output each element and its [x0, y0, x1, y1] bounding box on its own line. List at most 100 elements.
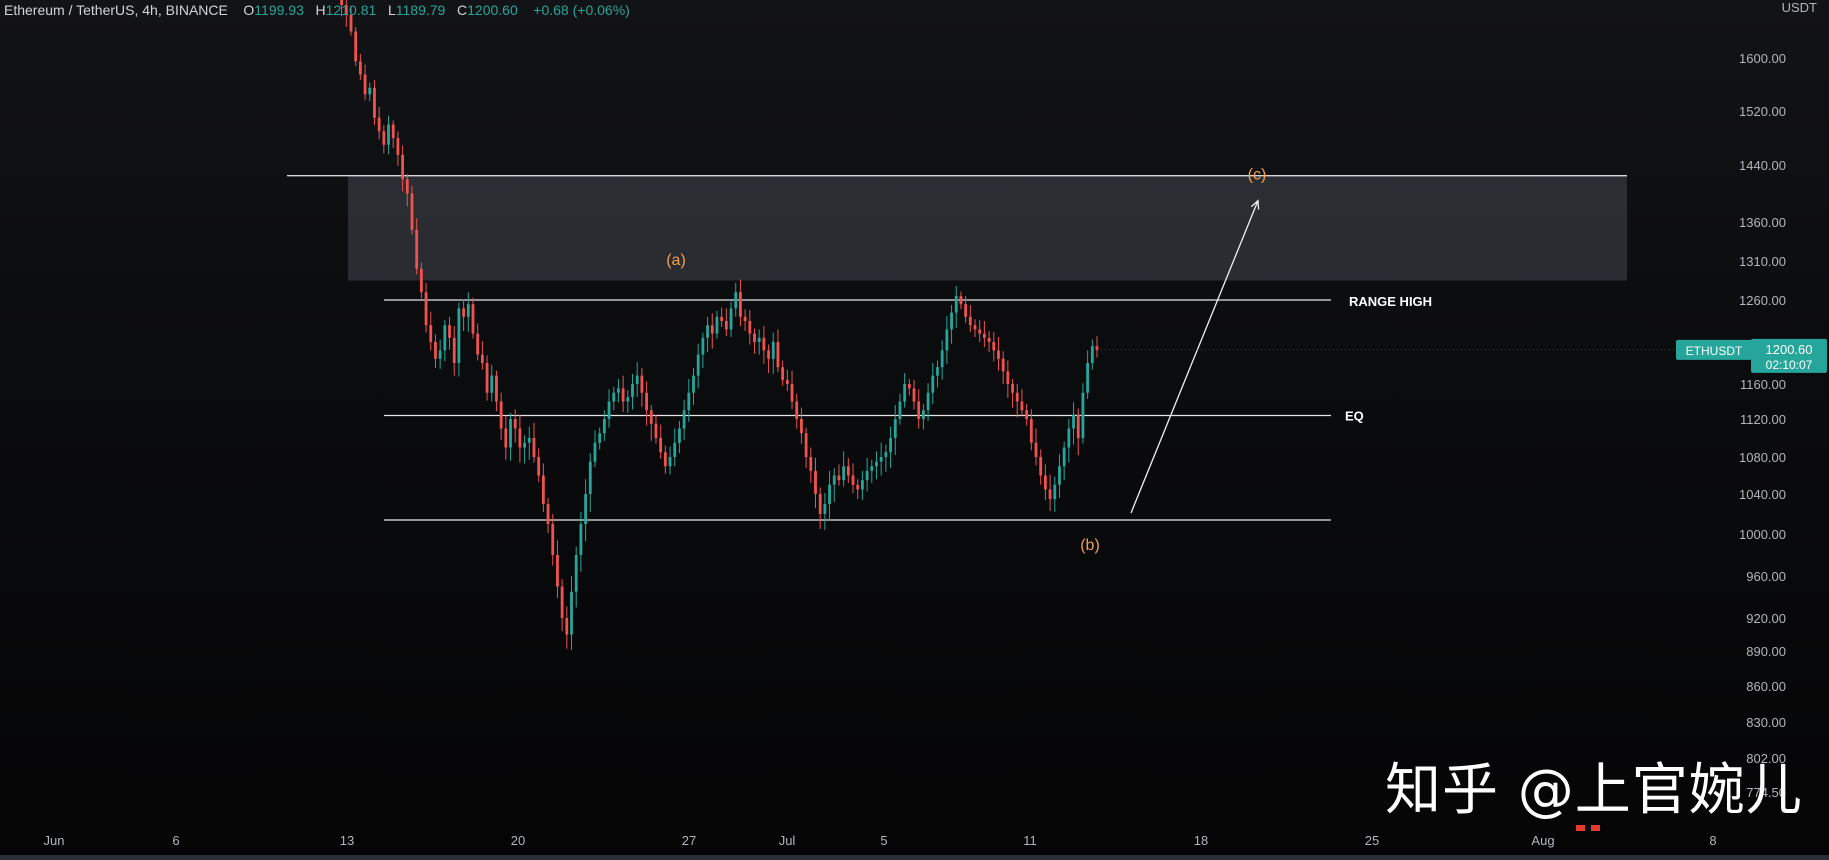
candle-body-172 — [1095, 346, 1099, 350]
candle-body-96 — [739, 292, 742, 317]
symbol-title: Ethereum / TetherUS, 4h, BINANCE — [4, 2, 228, 18]
candle-body-68 — [607, 401, 611, 419]
candle-body-69 — [612, 392, 616, 402]
candle-body-121 — [856, 484, 860, 490]
candle-body-20 — [382, 131, 386, 145]
y-tick-3: 1360.00 — [1739, 215, 1786, 230]
candle-body-93 — [724, 321, 728, 330]
y-tick-5: 1260.00 — [1739, 293, 1786, 308]
candle-body-76 — [645, 392, 648, 411]
candle-body-161 — [1043, 475, 1047, 490]
candle-body-170 — [1086, 363, 1090, 393]
close-value: 1200.60 — [467, 2, 518, 18]
low-value: 1189.79 — [395, 2, 446, 18]
candle-body-47 — [509, 419, 512, 448]
range-high-label: RANGE HIGH — [1349, 294, 1432, 309]
candle-body-130 — [898, 401, 902, 419]
price-chart[interactable]: RANGE HIGH EQ (a) (b) (c) 1600.00 1520.00 1440.… — [0, 0, 1829, 860]
candle-body-24 — [401, 154, 405, 180]
candle-body-126 — [879, 457, 883, 462]
candle-body-51 — [527, 438, 531, 443]
candle-body-129 — [893, 419, 897, 438]
candle-body-155 — [1015, 392, 1019, 402]
candle-body-110 — [804, 433, 808, 457]
candle-body-63 — [584, 494, 587, 524]
eq-label: EQ — [1345, 409, 1364, 424]
candle-body-35 — [452, 337, 456, 363]
y-tick-4: 1310.00 — [1739, 254, 1786, 269]
candle-body-65 — [593, 442, 597, 462]
candle-body-18 — [373, 87, 376, 118]
candle-body-140 — [945, 329, 949, 351]
candle-body-33 — [443, 325, 447, 351]
y-tick-0: 1600.00 — [1739, 51, 1786, 66]
candle-body-61 — [574, 555, 578, 592]
candle-body-46 — [504, 428, 508, 448]
candle-body-135 — [921, 410, 925, 419]
candle-body-52 — [532, 438, 536, 457]
candle-body-123 — [865, 470, 869, 481]
candle-body-84 — [682, 410, 686, 429]
x-tick-7: 11 — [1023, 833, 1037, 848]
candle-body-88 — [701, 337, 705, 355]
candle-body-92 — [720, 316, 724, 321]
candle-body-97 — [743, 316, 747, 321]
candle-body-158 — [1029, 419, 1033, 443]
candle-body-44 — [495, 375, 498, 402]
candle-body-137 — [931, 375, 935, 393]
y-tick-14: 860.00 — [1746, 679, 1786, 694]
x-tick-0: Jun — [44, 833, 65, 848]
candle-body-142 — [954, 296, 958, 313]
candle-body-94 — [729, 308, 733, 330]
candle-body-120 — [851, 475, 855, 485]
candle-body-64 — [588, 461, 592, 494]
candle-body-131 — [903, 384, 907, 402]
candle-body-49 — [518, 428, 522, 448]
candle-body-104 — [776, 342, 780, 368]
candle-body-50 — [523, 442, 527, 448]
supply-zone — [348, 175, 1627, 281]
candle-body-168 — [1076, 414, 1080, 438]
candle-body-41 — [480, 354, 484, 363]
close-label: C — [457, 2, 468, 18]
candle-body-15 — [358, 61, 362, 75]
x-tick-2: 13 — [340, 833, 354, 848]
x-tick-3: 20 — [511, 833, 525, 848]
candle-body-102 — [767, 350, 770, 359]
bottom-strip — [0, 855, 1829, 860]
candle-body-98 — [748, 321, 752, 334]
open-label: O — [243, 2, 255, 18]
candle-body-124 — [870, 466, 874, 471]
price-badge-countdown: 02:10:07 — [1766, 358, 1813, 372]
candle-body-141 — [950, 312, 953, 330]
y-tick-2: 1440.00 — [1739, 158, 1786, 173]
candle-body-34 — [448, 325, 451, 338]
candle-body-58 — [560, 586, 564, 618]
x-tick-6: 5 — [880, 833, 887, 848]
candle-body-31 — [434, 342, 437, 359]
candle-body-25 — [405, 179, 409, 194]
candle-body-28 — [419, 268, 423, 293]
currency-label: USDT — [1781, 0, 1817, 15]
y-tick-1: 1520.00 — [1739, 104, 1786, 119]
candle-body-107 — [790, 384, 794, 402]
candle-body-105 — [781, 367, 785, 380]
candle-body-163 — [1053, 484, 1057, 499]
candle-body-59 — [565, 618, 569, 635]
candle-body-138 — [936, 367, 939, 376]
candle-body-19 — [377, 117, 381, 132]
x-tick-1: 6 — [172, 833, 179, 848]
candle-body-55 — [546, 504, 550, 524]
candle-body-62 — [579, 524, 583, 555]
candle-body-149 — [987, 337, 991, 342]
candle-body-156 — [1020, 401, 1024, 411]
x-tick-5: Jul — [779, 833, 796, 848]
candle-body-87 — [696, 354, 700, 376]
candle-body-139 — [940, 350, 944, 368]
candle-body-54 — [541, 475, 545, 504]
candle-body-116 — [832, 475, 836, 485]
high-value: 1210.81 — [325, 2, 377, 18]
candle-body-95 — [734, 292, 738, 309]
candle-body-152 — [1001, 358, 1005, 372]
candle-body-125 — [875, 461, 878, 467]
